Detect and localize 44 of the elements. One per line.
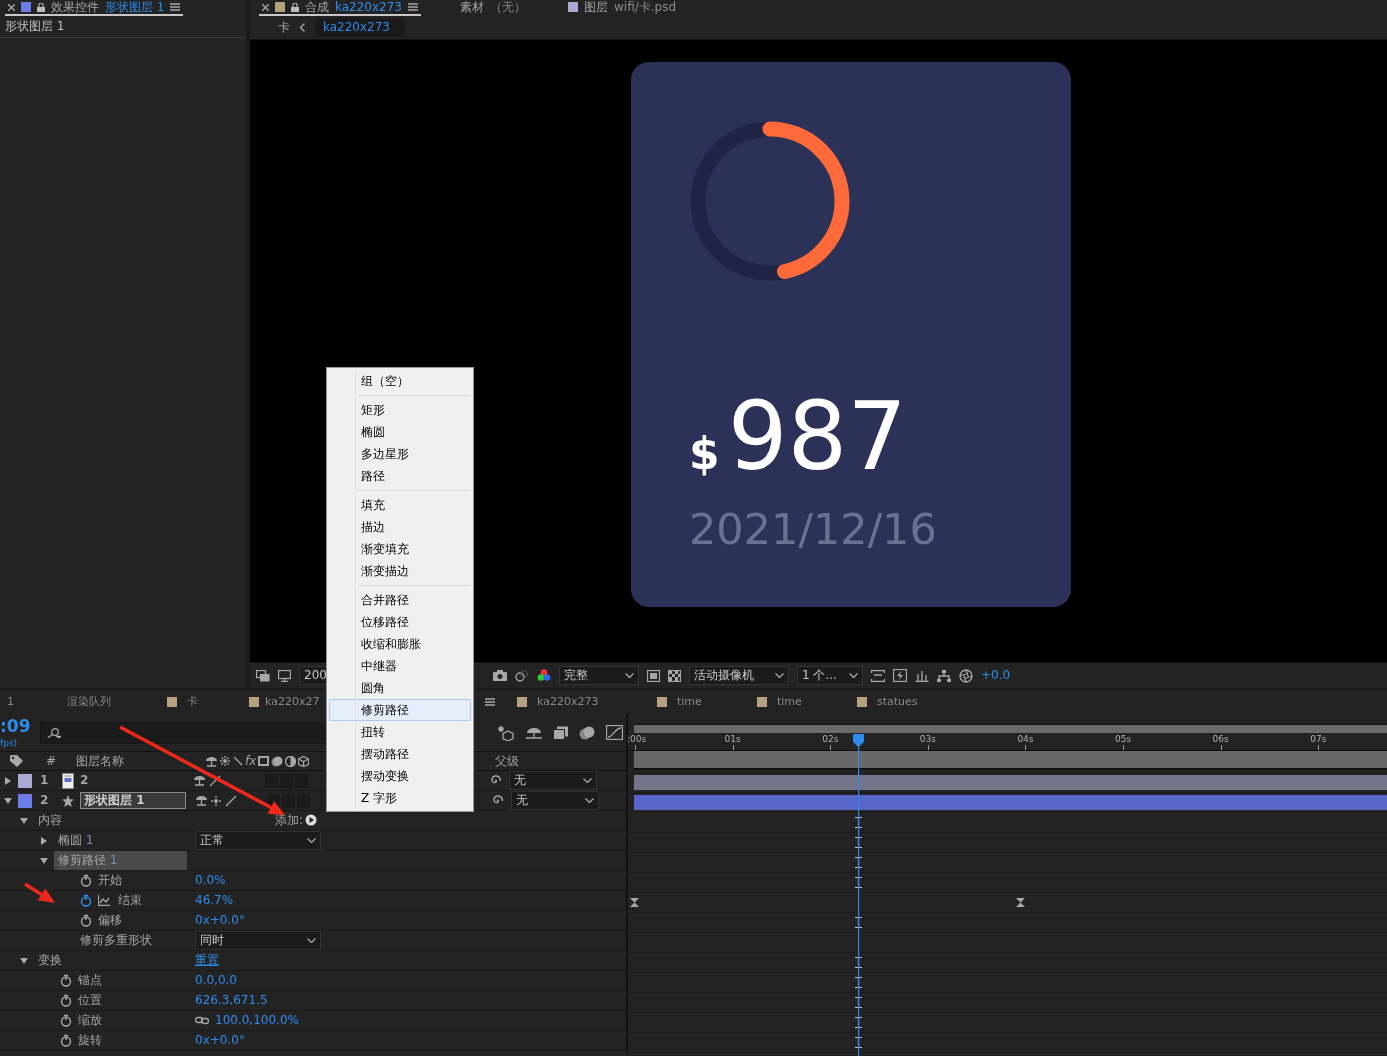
ruler-tick-label: 02s (822, 734, 839, 745)
tab-title: ka220x27 (265, 695, 320, 709)
property-label: 锚点 (78, 973, 102, 988)
tab-title: 图层 (584, 0, 608, 15)
ruler-tick-label: 05s (1115, 734, 1132, 745)
column-header: fx (245, 753, 257, 769)
tab-title: statues (877, 695, 918, 709)
layer-title: 形状图层 1 (0, 16, 246, 38)
layer-index: 1 (40, 773, 50, 788)
fps-label: fps) (0, 737, 18, 749)
column-header: 图层名称 (76, 753, 125, 769)
property-label: 缩放 (78, 1013, 102, 1028)
currency-symbol: $ (689, 428, 720, 481)
ruler-tick-label: 07s (1310, 734, 1327, 745)
property-label: 位置 (78, 993, 102, 1008)
date-text: 2021/12/16 (689, 508, 938, 551)
tab-title: 卡 (187, 695, 198, 709)
tab-target: 形状图层 1 (105, 0, 165, 15)
property-label: 旋转 (78, 1033, 102, 1048)
layer-index: 2 (40, 793, 50, 808)
tab-target: ka220x273 (335, 0, 402, 15)
add-label: 添加: (275, 813, 304, 828)
column-header: # (46, 753, 58, 769)
property-label: 偏移 (98, 913, 122, 928)
amount-text: 987 (727, 390, 908, 484)
tab-target: wifi/卡.psd (614, 0, 677, 15)
property-label: 结束 (118, 893, 142, 908)
tab-title: 效果控件 (51, 0, 99, 15)
ruler-tick-label: 03s (919, 734, 936, 745)
tab-title: 渲染队列 (67, 695, 111, 709)
tab-title: 1 (7, 695, 14, 709)
tab-title: ka220x273 (537, 695, 599, 709)
column-header: 父级 (495, 753, 520, 769)
tab-title: 素材 (460, 0, 484, 15)
ruler-tick-label: :00s (627, 734, 647, 745)
property-label: 开始 (98, 873, 122, 888)
tab-title: 合成 (305, 0, 329, 15)
ruler-tick-label: 04s (1017, 734, 1034, 745)
tab-title: time (677, 695, 702, 709)
ruler-tick-label: 06s (1212, 734, 1229, 745)
tab-target: （无） (490, 0, 526, 15)
property-label: 修剪多重形状 (80, 933, 152, 948)
ruler-tick-label: 01s (724, 734, 741, 745)
tab-title: time (777, 695, 802, 709)
